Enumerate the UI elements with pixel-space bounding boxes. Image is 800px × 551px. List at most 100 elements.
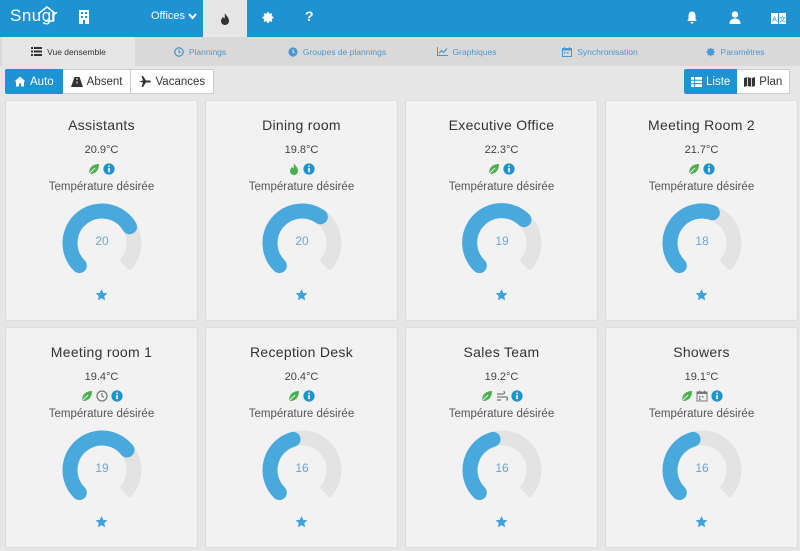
clock-icon [95,390,108,402]
office-selector[interactable]: Offices [151,10,197,22]
chart-icon [436,47,448,56]
leaf-icon [288,391,299,402]
star-icon[interactable] [495,289,508,301]
plane-icon [139,76,152,87]
building-icon[interactable] [78,10,90,24]
setpoint-value: 20 [295,234,309,248]
info-icon[interactable] [110,390,123,402]
setpoint-value: 16 [495,461,509,475]
tab-plannings[interactable]: Plannings [140,37,260,66]
info-icon[interactable] [303,163,315,175]
mode-absent-button[interactable]: Absent [62,69,132,94]
room-status-icons [406,390,597,402]
star-icon[interactable] [695,516,708,528]
calendar-icon [562,46,573,57]
room-status-icons [206,390,397,402]
desired-temperature-label: Température désirée [248,408,355,420]
gear-icon[interactable] [262,11,275,24]
view-toggle: Liste Plan [684,69,791,94]
setpoint-value: 18 [695,234,709,248]
mode-vacances-button[interactable]: Vacances [131,69,215,94]
setpoint-value: 19 [495,234,509,248]
tab-planning-groups-label: Groupes de plannings [302,46,387,57]
language-icon[interactable]: A 文 [771,13,786,24]
view-plan-button[interactable]: Plan [737,69,791,94]
mode-auto-button[interactable]: Auto [5,69,63,94]
user-icon[interactable] [729,11,741,24]
office-selector-label: Offices [151,10,186,22]
bell-icon[interactable] [686,11,698,24]
tab-overview-label: Vue densemble [47,46,106,57]
map-icon [744,76,756,87]
flame-icon [290,163,298,175]
info-icon[interactable] [510,390,523,402]
info-icon[interactable] [303,390,315,402]
help-icon[interactable]: ? [305,8,314,24]
svg-text:A: A [772,16,777,24]
room-status-icons [606,390,797,402]
road-icon [70,76,83,87]
room-card[interactable]: Assistants 20.9°C Température désirée 20 [5,100,198,321]
info-icon[interactable] [710,390,723,402]
room-status-icons [206,163,397,175]
desired-temperature-label: Température désirée [648,408,755,420]
gear-icon [705,47,715,56]
star-icon[interactable] [695,289,708,301]
setpoint-value: 16 [695,461,709,475]
leaf-icon [88,164,99,175]
room-card[interactable]: Reception Desk 20.4°C Température désiré… [205,327,398,548]
room-card[interactable]: Meeting Room 2 21.7°C Température désiré… [605,100,798,321]
star-icon[interactable] [295,289,308,301]
desired-temperature-label: Température désirée [648,181,755,193]
leaf-icon [488,164,499,175]
star-icon[interactable] [295,516,308,528]
room-name: Meeting Room 2 [648,117,755,133]
view-list-label: Liste [706,75,731,88]
tab-synchronisation-label: Synchronisation [577,46,638,57]
mode-vacances-label: Vacances [155,75,206,88]
room-card[interactable]: Showers 19.1°C Température désirée 16 [605,327,798,548]
setpoint-value: 20 [95,234,109,248]
info-icon[interactable] [103,163,115,175]
room-grid: Assistants 20.9°C Température désirée 20… [5,100,798,548]
star-icon[interactable] [95,289,108,301]
room-current-temperature: 19.2°C [484,371,519,383]
room-current-temperature: 19.1°C [684,371,719,383]
tab-planning-groups[interactable]: Groupes de plannings [262,37,412,66]
tab-settings[interactable]: Paramètres [680,37,790,66]
tab-synchronisation[interactable]: Synchronisation [530,37,670,66]
room-name: Assistants [68,117,135,133]
room-card[interactable]: Sales Team 19.2°C Température désirée 16 [405,327,598,548]
top-navbar: Snugr Offices ? A 文 [0,0,800,37]
room-card[interactable]: Meeting room 1 19.4°C Température désiré… [5,327,198,548]
room-status-icons [6,390,197,402]
room-current-temperature: 22.3°C [484,144,519,156]
flame-icon [221,12,229,25]
room-status-icons [606,163,797,175]
setpoint-value: 19 [95,461,109,475]
star-icon[interactable] [95,516,108,528]
mode-auto-label: Auto [30,75,54,88]
leaf-icon [81,391,92,402]
heating-tab[interactable] [203,0,247,37]
desired-temperature-label: Température désirée [248,181,355,193]
svg-text:文: 文 [779,15,786,24]
room-card[interactable]: Executive Office 22.3°C Température dési… [405,100,598,321]
tab-settings-label: Paramètres [720,46,765,57]
star-icon[interactable] [495,516,508,528]
info-icon[interactable] [703,163,715,175]
desired-temperature-label: Température désirée [48,408,155,420]
mode-absent-label: Absent [86,75,123,88]
room-status-icons [406,163,597,175]
desired-temperature-label: Température désirée [448,408,555,420]
table-icon [691,76,702,87]
info-icon[interactable] [503,163,515,175]
room-card[interactable]: Dining room 19.8°C Température désirée 2… [205,100,398,321]
tab-charts[interactable]: Graphiques [414,37,519,66]
view-list-button[interactable]: Liste [684,69,738,94]
tab-charts-label: Graphiques [452,46,497,57]
home-roof-icon [37,6,57,22]
tab-overview[interactable]: Vue densemble [2,37,135,66]
desired-temperature-label: Température désirée [48,181,155,193]
desired-temperature-label: Température désirée [448,181,555,193]
